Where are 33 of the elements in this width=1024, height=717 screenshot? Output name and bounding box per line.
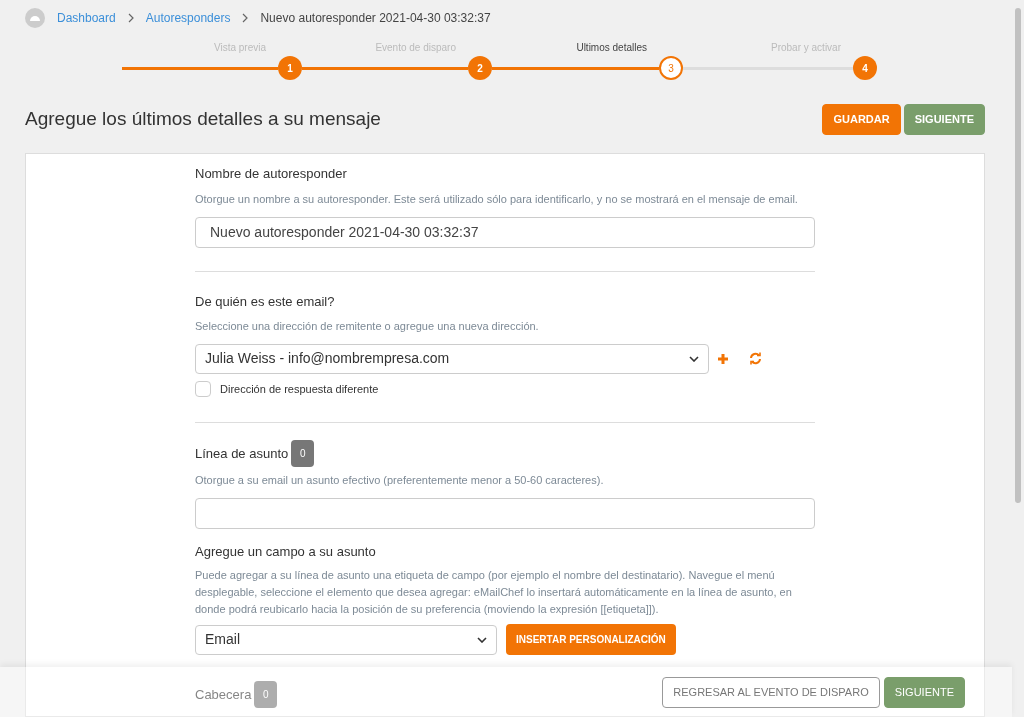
save-button[interactable]: GUARDAR — [822, 104, 901, 135]
back-button[interactable]: REGRESAR AL EVENTO DE DISPARO — [662, 676, 880, 708]
chevron-down-icon — [477, 636, 487, 643]
breadcrumb-link[interactable]: Autoresponders — [145, 8, 231, 27]
character-count: 0 — [254, 681, 278, 708]
page-heading: Agregue los últimos detalles a su mensaje — [25, 107, 381, 132]
plus-icon[interactable] — [717, 352, 729, 365]
section-title: Línea de asunto — [195, 444, 289, 463]
help-text: Otorgue a su email un asunto efectivo (preferentemente menor a 50-60 caracteres). — [195, 473, 605, 488]
sender-select[interactable]: Julia Weiss - info@nombrempresa.com — [195, 343, 709, 374]
character-count: 0 — [291, 440, 315, 467]
section-title: Nombre de autoresponder — [195, 165, 348, 183]
breadcrumb-link[interactable]: Dashboard — [57, 8, 116, 27]
chevron-right-icon — [242, 12, 249, 23]
help-text: Otorgue un nombre a su autoresponder. Este será utilizado sólo para identificarlo, y no se mostrará en el mensaje de email. — [195, 191, 799, 207]
section-title: De quién es este email? — [195, 292, 336, 311]
next-button[interactable]: SIGUIENTE — [903, 104, 985, 135]
name-input[interactable]: Nuevo autoresponder 2021-04-30 03:32:37 — [195, 216, 815, 248]
insert-personalization-button[interactable]: INSERTAR PERSONALIZACIÓN — [506, 624, 676, 655]
dashboard-icon — [25, 7, 45, 28]
chevron-down-icon — [689, 355, 699, 362]
chevron-right-icon — [127, 12, 134, 23]
checkbox[interactable] — [195, 380, 211, 397]
checkbox-label: Dirección de respuesta diferente — [220, 381, 379, 397]
section-title: Agregue un campo a su asunto — [195, 542, 377, 561]
step-label: Ultimos detalles — [575, 41, 648, 55]
field-select[interactable]: Email — [195, 624, 497, 655]
help-text: Puede agregar a su línea de asunto una etiqueta de campo (por ejemplo el nombre del destinatario). Navegue el menú desplegable, seleccione el elemento que desea agregar: eMailChef lo insertará automáticamente en la línea de asunto, en donde podrá reubicarlo hacia la posición de su preferencia (moviendo la expresión [[etiqueta]]). — [195, 568, 793, 617]
breadcrumb-current: Nuevo autoresponder 2021-04-30 03:32:37 — [260, 9, 491, 27]
help-text: Seleccione una dirección de remitente o agregue una nueva dirección. — [195, 319, 540, 334]
section-title: Cabecera — [195, 685, 252, 704]
next-button[interactable]: SIGUIENTE — [883, 676, 965, 708]
refresh-icon[interactable] — [749, 352, 762, 365]
